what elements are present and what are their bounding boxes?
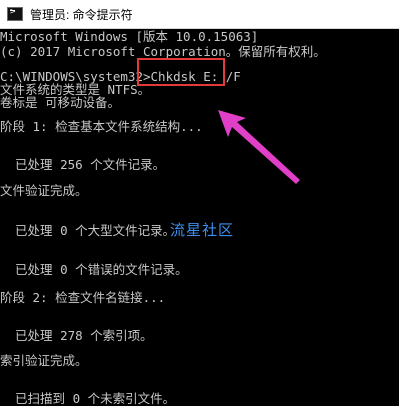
annotation-arrow-icon <box>218 110 300 184</box>
